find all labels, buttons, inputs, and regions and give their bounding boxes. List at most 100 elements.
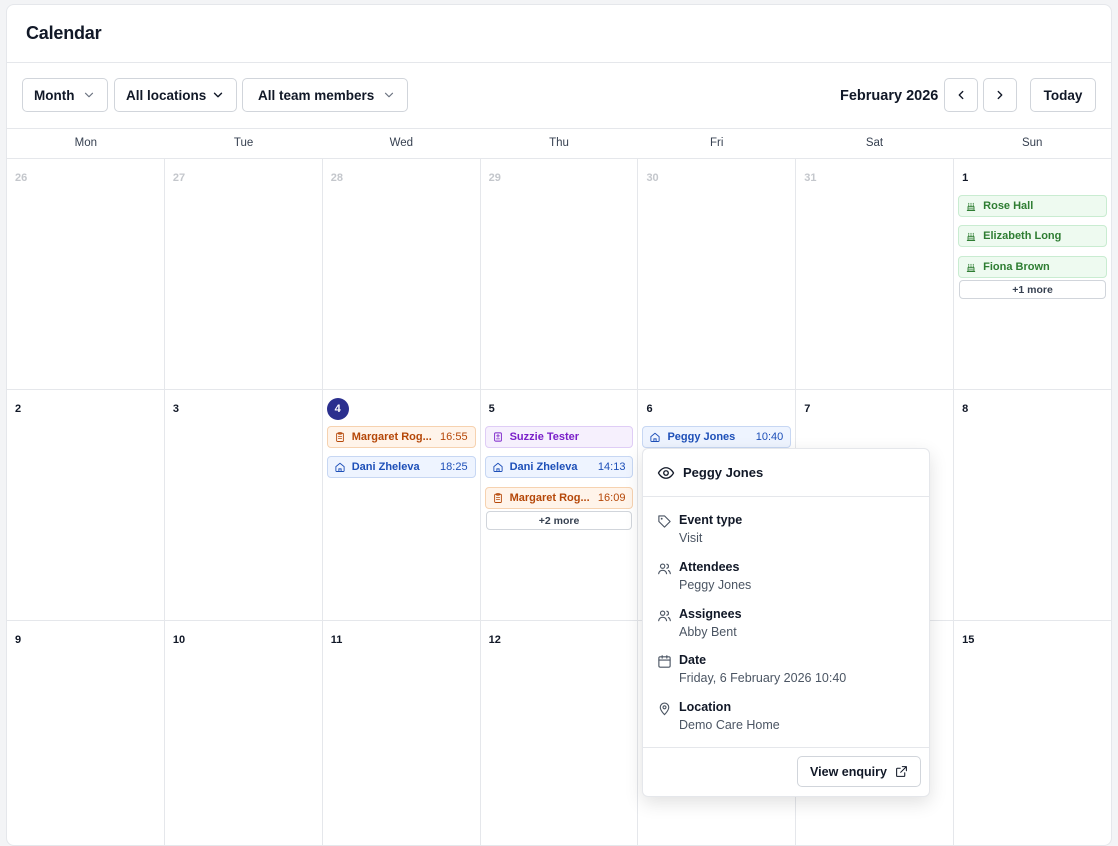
day-number: 27 xyxy=(172,172,186,184)
clipboard-icon xyxy=(335,432,344,442)
view-select[interactable]: Month xyxy=(22,78,108,112)
day-number: 7 xyxy=(804,403,811,415)
chevron-left-icon xyxy=(958,90,964,100)
event-chip[interactable]: Margaret Rog... 16:55 xyxy=(326,426,476,448)
day-cell[interactable]: 5 Suzzie Tester Dani Zheleva 14:13 Margaret … xyxy=(481,390,639,620)
day-number: 6 xyxy=(646,403,653,415)
weekday-sat: Sat xyxy=(865,137,884,149)
page-title: Calendar xyxy=(26,23,102,43)
event-name: Margaret Rog... xyxy=(351,431,432,443)
event-chip[interactable]: Rose Hall xyxy=(958,195,1108,217)
day-cell[interactable]: 9 xyxy=(7,621,165,845)
detail-label: Assignees xyxy=(679,607,742,621)
event-chip[interactable]: Fiona Brown xyxy=(958,256,1108,278)
chevron-down-icon xyxy=(384,92,394,98)
day-cell[interactable]: 27 xyxy=(165,159,323,389)
event-chip[interactable]: Suzzie Tester xyxy=(484,426,634,448)
next-month-button[interactable] xyxy=(983,78,1017,112)
day-cell[interactable]: 3 xyxy=(165,390,323,620)
weekday-wed: Wed xyxy=(389,137,414,149)
detail-value: Abby Bent xyxy=(679,625,737,639)
more-events-button[interactable]: +2 more xyxy=(485,511,633,530)
day-cell[interactable]: 26 xyxy=(7,159,165,389)
event-chip[interactable]: Dani Zheleva 18:25 xyxy=(326,456,476,478)
day-cell[interactable]: 1 Rose Hall Elizabeth Long Fiona Brown +1 mo… xyxy=(954,159,1111,389)
day-cell[interactable]: 30 xyxy=(638,159,797,389)
clipboard-icon xyxy=(493,493,502,503)
popover-footer: View enquiry xyxy=(643,747,929,796)
day-number: 8 xyxy=(962,403,969,415)
popover-header: Peggy Jones xyxy=(643,449,929,497)
day-cell[interactable]: 8 xyxy=(954,390,1111,620)
event-name: Dani Zheleva xyxy=(509,461,578,473)
team-members-select-label: All team members xyxy=(258,87,375,103)
home-icon xyxy=(335,462,345,472)
locations-select[interactable]: All locations xyxy=(114,78,237,112)
chevron-down-icon xyxy=(84,92,94,98)
day-cell[interactable]: 12 xyxy=(481,621,639,845)
event-time: 18:25 xyxy=(440,461,468,473)
today-date-badge: 4 xyxy=(326,398,349,420)
tag-icon xyxy=(658,515,671,528)
map-pin-icon xyxy=(659,702,670,716)
day-number: 9 xyxy=(15,634,22,646)
weekday-mon: Mon xyxy=(74,137,98,149)
month-grid: 26 27 28 29 30 31 1 Rose Hall Elizabeth Long Fion… xyxy=(7,159,1111,845)
event-time: 16:09 xyxy=(597,492,626,504)
page-header: Calendar xyxy=(7,5,1111,63)
detail-value: Friday, 6 February 2026 10:40 xyxy=(679,671,847,685)
detail-label: Event type xyxy=(679,513,743,527)
day-cell[interactable]: 28 xyxy=(323,159,481,389)
day-cell[interactable]: 10 xyxy=(165,621,323,845)
detail-label: Location xyxy=(679,700,732,714)
day-cell[interactable]: 11 xyxy=(323,621,481,845)
day-number: 2 xyxy=(15,403,22,415)
event-chip[interactable]: Peggy Jones 10:40 xyxy=(642,426,792,448)
day-number: 26 xyxy=(15,172,28,184)
day-number: 31 xyxy=(804,172,817,184)
event-chip[interactable]: Margaret Rog... 16:09 xyxy=(484,487,634,509)
week-row: 9101112131415 xyxy=(7,621,1111,845)
event-chip[interactable]: Elizabeth Long xyxy=(958,225,1108,247)
event-name: Rose Hall xyxy=(983,200,1034,212)
popover-title: Peggy Jones xyxy=(683,465,764,480)
view-enquiry-button[interactable]: View enquiry xyxy=(797,756,921,787)
home-icon xyxy=(650,432,661,442)
users-icon xyxy=(658,610,671,622)
weekday-thu: Thu xyxy=(549,137,569,149)
detail-label: Date xyxy=(679,653,707,667)
day-number: 10 xyxy=(172,634,186,646)
event-name: Fiona Brown xyxy=(983,261,1050,273)
cake-icon xyxy=(966,202,976,211)
calendar-toolbar: Month All locations All team members Feb… xyxy=(7,63,1111,129)
detail-value: Visit xyxy=(679,531,703,545)
day-number: 29 xyxy=(488,172,501,184)
day-cell[interactable]: 31 xyxy=(796,159,955,389)
day-number: 12 xyxy=(488,634,501,646)
today-button[interactable]: Today xyxy=(1030,78,1096,112)
cake-icon xyxy=(966,232,976,241)
previous-month-button[interactable] xyxy=(944,78,978,112)
view-enquiry-label: View enquiry xyxy=(810,764,887,779)
event-name: Elizabeth Long xyxy=(983,230,1062,242)
week-row: 26 27 28 29 30 31 1 Rose Hall Elizabeth Long Fion… xyxy=(7,159,1111,390)
more-events-button[interactable]: +1 more xyxy=(959,280,1107,299)
week-row: 2 3 4 Margaret Rog... 16:55 Dani Zheleva 18:25… xyxy=(7,390,1111,621)
event-name: Margaret Rog... xyxy=(509,492,590,504)
day-cell[interactable]: 4 Margaret Rog... 16:55 Dani Zheleva 18:25 xyxy=(323,390,481,620)
team-members-select[interactable]: All team members xyxy=(242,78,408,112)
event-name: Suzzie Tester xyxy=(509,431,580,443)
note-icon xyxy=(493,432,502,442)
users-icon xyxy=(658,563,671,575)
chevron-down-icon xyxy=(213,92,223,98)
day-cell[interactable]: 29 xyxy=(481,159,639,389)
detail-label: Attendees xyxy=(679,560,740,574)
calendar-icon xyxy=(658,655,671,668)
day-cell[interactable]: 2 xyxy=(7,390,165,620)
day-number: 5 xyxy=(488,403,495,415)
day-number: 30 xyxy=(646,172,659,184)
calendar-card: Calendar Month All locations All team me… xyxy=(6,4,1112,846)
event-details-popover: Peggy Jones Event type Visit Attendees Pegg… xyxy=(642,448,930,797)
event-chip[interactable]: Dani Zheleva 14:13 xyxy=(484,456,634,478)
day-cell[interactable]: 15 xyxy=(954,621,1111,845)
